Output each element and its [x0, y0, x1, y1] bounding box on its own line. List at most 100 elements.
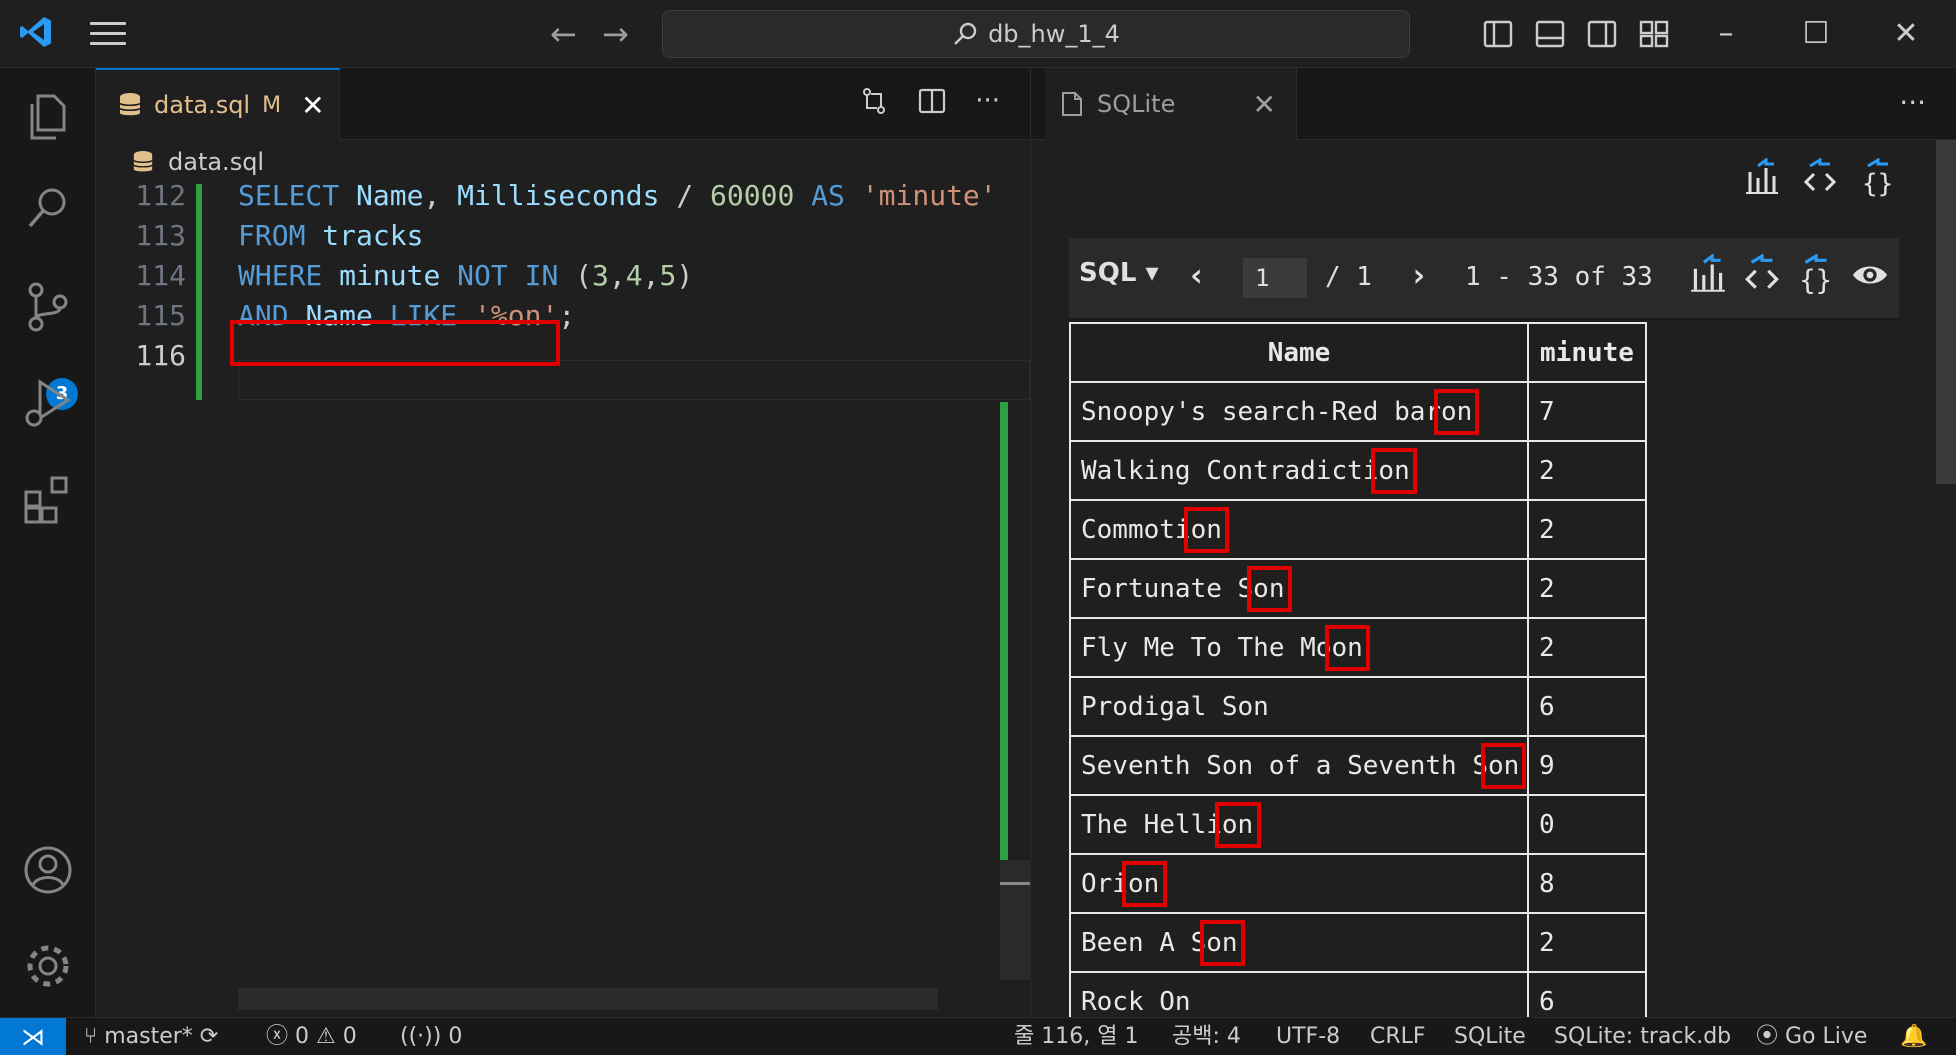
table-row[interactable]: Rock On 6 — [1069, 971, 1647, 1017]
ports-status[interactable]: ((·)) 0 — [400, 1018, 462, 1055]
branch-name: master* — [104, 1024, 193, 1049]
toggle-secondary-sidebar-icon[interactable] — [1586, 18, 1618, 50]
minimap-slider[interactable] — [1000, 860, 1030, 980]
table-row[interactable]: Prodigal Son 6 — [1069, 676, 1647, 737]
command-center-search[interactable]: db_hw_1_4 — [662, 10, 1410, 58]
cell-name: The Hellion — [1069, 794, 1529, 855]
more-actions-icon[interactable]: ··· — [1899, 86, 1926, 119]
maximize-icon[interactable]: ☐ — [1796, 14, 1836, 54]
code-editor[interactable]: 112 SELECT Name, Milliseconds / 60000 AS … — [96, 179, 1030, 1017]
code-token: ; — [558, 299, 576, 332]
code-token: ) — [676, 259, 694, 292]
arrow-right-icon[interactable]: → — [602, 16, 629, 52]
table-row[interactable]: Commotion 2 — [1069, 499, 1647, 560]
sql-dropdown[interactable]: SQL ▾ — [1079, 258, 1159, 288]
search-icon — [954, 22, 977, 45]
error-icon: ⓧ — [266, 1024, 289, 1049]
cursor-position[interactable]: 줄 116, 열 1 — [1014, 1018, 1138, 1055]
end-of-line[interactable]: CRLF — [1370, 1018, 1426, 1055]
cell-minute: 7 — [1527, 381, 1647, 442]
go-live-button[interactable]: ⦿ Go Live — [1756, 1018, 1867, 1055]
settings-gear-icon[interactable] — [20, 938, 76, 994]
code-token: NOT IN — [440, 259, 576, 292]
split-editor-icon[interactable] — [917, 86, 947, 116]
cell-minute: 2 — [1527, 912, 1647, 973]
table-row[interactable]: Been A Son 2 — [1069, 912, 1647, 973]
table-row[interactable]: Seventh Son of a Seventh Son 9 — [1069, 735, 1647, 796]
code-token: minute — [339, 259, 441, 292]
tab-label: data.sql — [154, 91, 251, 119]
export-json-icon[interactable]: {} — [1860, 158, 1896, 198]
customize-layout-icon[interactable] — [1638, 18, 1670, 50]
tab-label: SQLite — [1097, 90, 1176, 118]
cell-minute: 6 — [1527, 676, 1647, 737]
problems-status[interactable]: ⓧ 0 ⚠ 0 — [266, 1018, 357, 1055]
export-json-icon[interactable]: {} — [1797, 254, 1835, 296]
table-row[interactable]: Snoopy's search-Red baron 7 — [1069, 381, 1647, 442]
page-number-input[interactable] — [1243, 258, 1307, 298]
indentation[interactable]: 공백: 4 — [1172, 1018, 1241, 1055]
explorer-icon[interactable] — [20, 88, 76, 144]
run-debug-icon[interactable] — [20, 374, 76, 430]
menu-hamburger-icon[interactable] — [90, 22, 126, 46]
sqlite-database[interactable]: SQLite: track.db — [1554, 1018, 1731, 1055]
cell-name: Been A Son — [1069, 912, 1529, 973]
bell-icon[interactable]: 🔔 — [1900, 1018, 1927, 1055]
compare-changes-icon[interactable] — [859, 86, 889, 116]
annotation-highlight-box — [1433, 389, 1479, 435]
account-icon[interactable] — [20, 842, 76, 898]
annotation-highlight-box — [1371, 448, 1417, 494]
cell-name: Seventh Son of a Seventh Son — [1069, 735, 1529, 796]
chevron-right-icon[interactable]: › — [1409, 256, 1428, 294]
table-row[interactable]: The Hellion 0 — [1069, 794, 1647, 855]
extensions-icon[interactable] — [20, 470, 76, 526]
cell-minute: 9 — [1527, 735, 1647, 796]
cell-minute: 8 — [1527, 853, 1647, 914]
remote-indicator-icon[interactable]: ⋊ — [0, 1018, 66, 1055]
close-tab-icon[interactable]: ✕ — [1253, 88, 1276, 121]
breadcrumb-file[interactable]: data.sql — [168, 148, 264, 176]
encoding[interactable]: UTF-8 — [1276, 1018, 1340, 1055]
code-token: 4 — [625, 259, 643, 292]
code-line[interactable]: 112 SELECT Name, Milliseconds / 60000 AS … — [96, 176, 1030, 216]
title-bar: ← → db_hw_1_4 – ☐ ✕ — [0, 0, 1956, 68]
row-range: 1 - 33 of 33 — [1465, 262, 1653, 292]
column-header-name[interactable]: Name — [1069, 322, 1529, 383]
export-html-icon[interactable] — [1802, 158, 1838, 198]
tab-data-sql[interactable]: data.sql M ✕ — [96, 68, 340, 140]
database-icon — [119, 93, 141, 116]
table-row[interactable]: Fortunate Son 2 — [1069, 558, 1647, 619]
cell-name: Fortunate Son — [1069, 558, 1529, 619]
toggle-primary-sidebar-icon[interactable] — [1482, 18, 1514, 50]
minimize-icon[interactable]: – — [1706, 14, 1746, 54]
language-mode[interactable]: SQLite — [1454, 1018, 1526, 1055]
cell-name: Fly Me To The Moon — [1069, 617, 1529, 678]
search-icon[interactable] — [20, 180, 76, 236]
source-control-icon[interactable] — [20, 278, 76, 334]
line-number: 115 — [135, 299, 186, 332]
code-line[interactable]: 114 WHERE minute NOT IN (3,4,5) — [96, 256, 1030, 296]
export-csv-icon[interactable] — [1744, 158, 1780, 198]
cell-name: Rock On — [1069, 971, 1529, 1017]
vertical-scrollbar[interactable] — [1936, 140, 1956, 484]
line-number: 113 — [135, 219, 186, 252]
toggle-panel-icon[interactable] — [1534, 18, 1566, 50]
column-header-minute[interactable]: minute — [1527, 322, 1647, 383]
close-window-icon[interactable]: ✕ — [1886, 14, 1926, 54]
horizontal-scrollbar[interactable] — [238, 988, 938, 1010]
close-tab-icon[interactable]: ✕ — [301, 89, 324, 122]
sync-icon[interactable]: ⟳ — [200, 1024, 218, 1049]
annotation-highlight-box — [1199, 920, 1245, 966]
table-row[interactable]: Walking Contradiction 2 — [1069, 440, 1647, 501]
export-csv-icon[interactable] — [1689, 254, 1727, 296]
more-actions-icon[interactable]: ··· — [975, 86, 1000, 116]
chevron-left-icon[interactable]: ‹ — [1187, 256, 1206, 294]
svg-text:{}: {} — [1862, 169, 1893, 198]
code-line[interactable]: 113 FROM tracks — [96, 216, 1030, 256]
tab-sqlite[interactable]: SQLite ✕ — [1045, 68, 1297, 140]
eye-icon[interactable] — [1851, 254, 1889, 296]
export-html-icon[interactable] — [1743, 254, 1781, 296]
table-header-row: Name minute — [1069, 322, 1647, 383]
arrow-left-icon[interactable]: ← — [550, 16, 577, 52]
branch-status[interactable]: ⑂ master* ⟳ — [84, 1018, 218, 1055]
